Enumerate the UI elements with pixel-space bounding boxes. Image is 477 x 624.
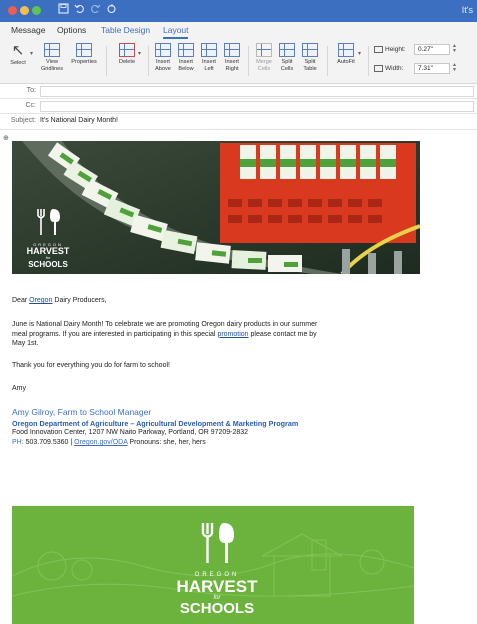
split-table-button[interactable]: Split Table <box>299 43 321 72</box>
table-properties-icon <box>76 43 92 57</box>
tab-message[interactable]: Message <box>11 25 46 35</box>
subject-row: Subject: It's National Dairy Month! <box>0 115 477 130</box>
insert-left-icon <box>201 43 217 57</box>
milk-cartons-photo <box>12 141 420 274</box>
ribbon-separator <box>368 46 369 76</box>
height-input[interactable]: 0.27" <box>414 44 450 55</box>
tab-options[interactable]: Options <box>57 25 86 35</box>
harvest-for-schools-logo-large: OREGON HARVEST for SCHOOLS <box>172 520 262 617</box>
to-field[interactable] <box>40 86 474 97</box>
signature-address: Food Innovation Center, 1207 NW Naito Pa… <box>12 429 249 436</box>
ribbon-separator <box>327 46 328 76</box>
active-tab-indicator <box>163 37 188 39</box>
ribbon-layout: ↖ Select ▾ View Gridlines Properties Dele… <box>0 40 477 84</box>
redo-icon[interactable] <box>90 3 101 17</box>
width-stepper[interactable]: ▲ ▼ <box>452 63 457 73</box>
merge-cells-icon <box>256 43 272 57</box>
insert-below-button[interactable]: Insert Below <box>175 43 197 72</box>
split-table-icon <box>302 43 318 57</box>
greeting-line: Dear Oregon Dairy Producers, <box>12 297 107 304</box>
pronouns: Pronouns: she, her, hers <box>127 439 206 446</box>
minimize-window-button[interactable] <box>20 6 29 15</box>
chevron-down-icon[interactable]: ▾ <box>358 50 361 57</box>
insert-right-icon <box>224 43 240 57</box>
signature-department: Oregon Department of Agriculture – Agric… <box>12 419 299 428</box>
height-label: Height: <box>374 46 406 53</box>
harvest-for-schools-logo: OREGON HARVEST for SCHOOLS <box>24 207 72 269</box>
ribbon-tab-bar: Message Options Table Design Layout <box>0 22 477 40</box>
paragraph-dairy-month: June is National Dairy Month! To celebra… <box>12 321 318 347</box>
fork-shovel-logo-icon <box>37 209 60 235</box>
cc-field[interactable] <box>40 101 474 112</box>
autofit-icon <box>338 43 354 57</box>
width-label: Width: <box>374 65 403 72</box>
chevron-down-icon[interactable]: ▾ <box>30 50 33 57</box>
fork-shovel-logo-icon <box>201 523 234 563</box>
height-stepper[interactable]: ▲ ▼ <box>452 44 457 54</box>
insert-right-button[interactable]: Insert Right <box>221 43 243 72</box>
split-cells-button[interactable]: Split Cells <box>276 43 298 72</box>
ribbon-separator <box>148 46 149 76</box>
insert-above-icon <box>155 43 171 57</box>
table-move-handle[interactable]: ⊕ <box>3 134 9 142</box>
cc-label: Cc: <box>25 102 37 109</box>
window-title: It's <box>461 5 473 15</box>
refresh-icon[interactable] <box>106 3 117 17</box>
to-row: To: <box>0 85 477 99</box>
signature-contact: PH: 503.709.5360 | Oregon.gov/ODA Pronou… <box>12 439 206 446</box>
insert-below-icon <box>178 43 194 57</box>
tab-layout[interactable]: Layout <box>163 25 189 35</box>
thank-you-line: Thank you for everything you do for farm… <box>12 362 170 369</box>
oregon-link[interactable]: Oregon <box>29 297 52 304</box>
row-height-icon <box>374 46 383 53</box>
properties-button[interactable]: Properties <box>68 43 100 66</box>
to-label: To: <box>26 87 36 94</box>
cursor-arrow-icon: ↖ <box>11 42 25 59</box>
window-titlebar: It's <box>0 0 477 22</box>
select-button[interactable]: ↖ Select <box>6 43 30 67</box>
insert-above-button[interactable]: Insert Above <box>152 43 174 72</box>
autofit-button[interactable]: AutoFit <box>332 43 360 66</box>
website-link[interactable]: Oregon.gov/ODA <box>74 439 127 446</box>
signoff: Amy <box>12 385 26 392</box>
signature-name-title: Amy Gilroy, Farm to School Manager <box>12 407 152 417</box>
tab-table-design[interactable]: Table Design <box>101 25 150 35</box>
phone-number: 503.709.5360 <box>25 439 69 446</box>
subject-label: Subject: <box>10 117 36 124</box>
undo-icon[interactable] <box>74 3 85 17</box>
gridlines-icon <box>44 43 60 57</box>
close-window-button[interactable] <box>8 6 17 15</box>
split-cells-icon <box>279 43 295 57</box>
width-input[interactable]: 7.31" <box>414 63 450 74</box>
chevron-down-icon[interactable]: ▾ <box>138 50 141 57</box>
cc-row: Cc: <box>0 100 477 114</box>
ribbon-separator <box>106 46 107 76</box>
zoom-window-button[interactable] <box>32 6 41 15</box>
ribbon-separator <box>248 46 249 76</box>
save-icon[interactable] <box>58 3 69 17</box>
column-width-icon <box>374 65 383 72</box>
subject-field[interactable]: It's National Dairy Month! <box>40 117 118 124</box>
hero-photo: OREGON HARVEST for SCHOOLS <box>12 141 420 274</box>
view-gridlines-button[interactable]: View Gridlines <box>38 43 66 72</box>
delete-button[interactable]: Delete <box>113 43 141 66</box>
harvest-for-schools-banner: OREGON HARVEST for SCHOOLS <box>12 506 414 624</box>
promotion-link[interactable]: promotion <box>217 331 248 338</box>
delete-table-icon <box>119 43 135 57</box>
phone-label: PH: <box>12 439 24 446</box>
merge-cells-button: Merge Cells <box>253 43 275 72</box>
insert-left-button[interactable]: Insert Left <box>198 43 220 72</box>
